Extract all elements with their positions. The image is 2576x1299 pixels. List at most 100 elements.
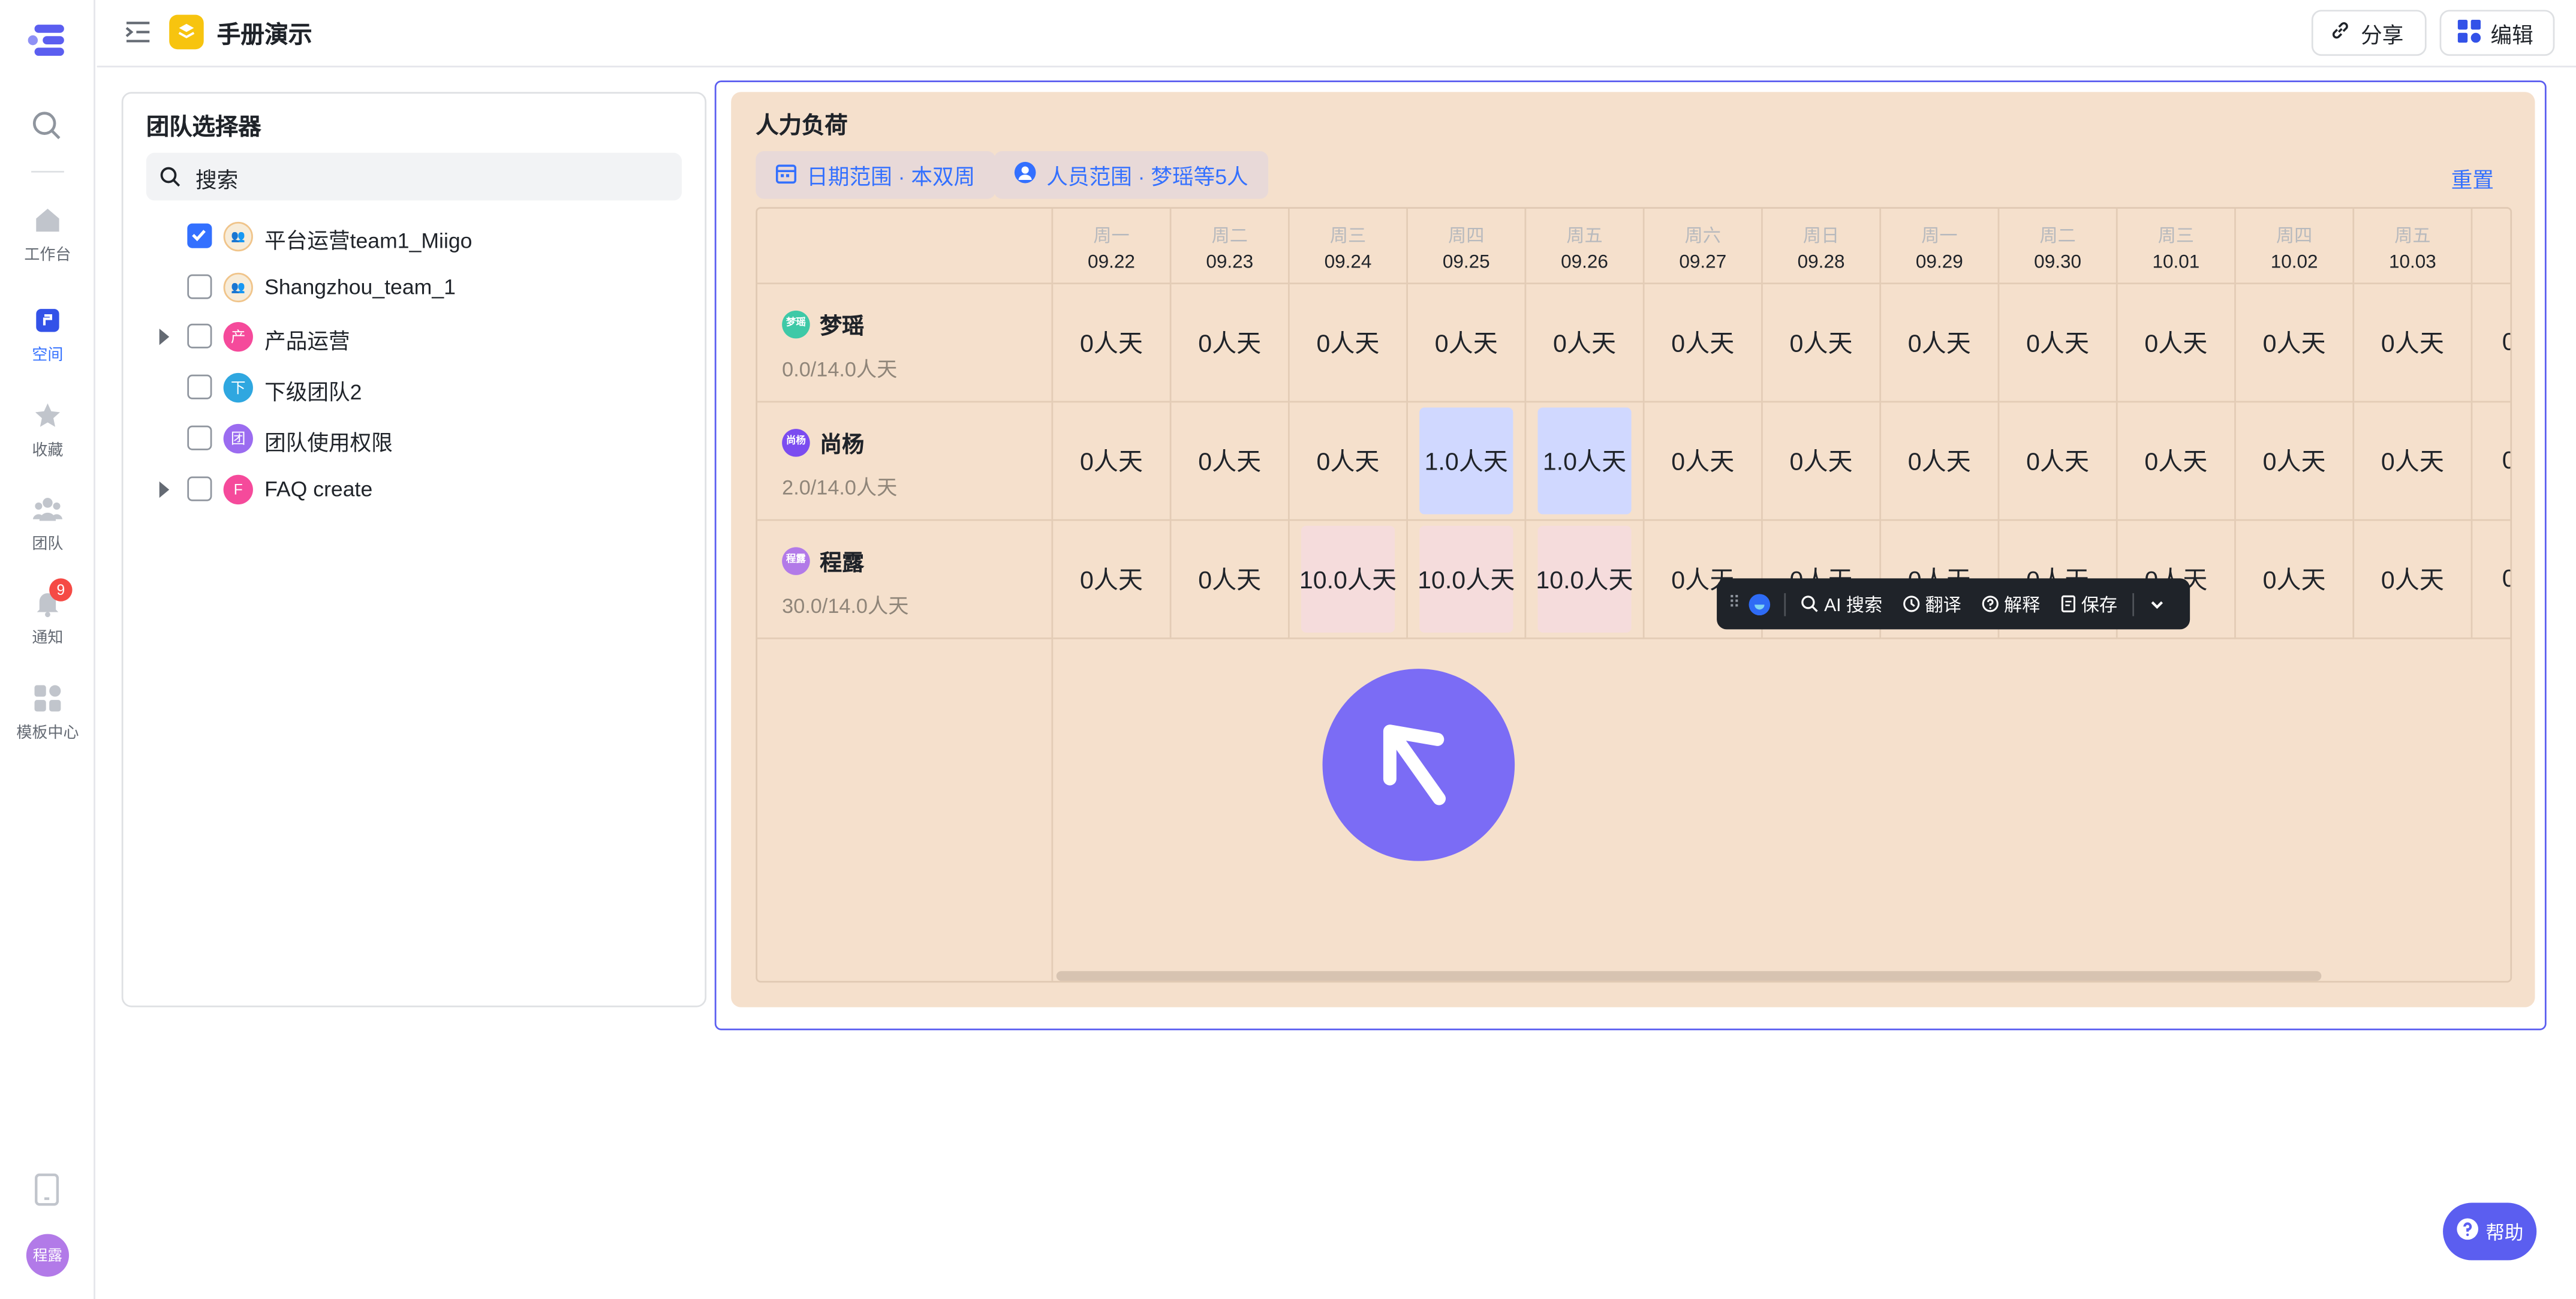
date-label: 09.28 xyxy=(1797,252,1845,273)
workload-cell[interactable]: 0. xyxy=(2472,284,2511,403)
ai-search-label: AI 搜索 xyxy=(1824,596,1883,616)
page-title: 手册演示 xyxy=(216,23,312,50)
team-icon xyxy=(32,495,63,524)
date-range-chip[interactable]: 日期范围 · 本双周 xyxy=(756,151,995,199)
workload-cell[interactable]: 0人天 xyxy=(2117,284,2236,403)
workload-cell[interactable]: 0. xyxy=(2472,521,2511,639)
workload-value: 0人天 xyxy=(1553,330,1617,359)
expand-caret-icon[interactable] xyxy=(159,329,170,346)
rail-item-space[interactable]: 空间 xyxy=(0,306,95,365)
edit-label: 编辑 xyxy=(2490,22,2533,47)
workload-cell[interactable]: 0人天 xyxy=(1881,284,2000,403)
person-cell[interactable]: 梦瑶 梦瑶 0.0/14.0人天 xyxy=(757,284,1054,403)
share-button[interactable]: 分享 xyxy=(2311,10,2427,56)
rail-item-workbench[interactable]: 工作台 xyxy=(0,205,95,264)
workload-cell[interactable]: 0人天 xyxy=(1644,402,1763,521)
workload-cell[interactable]: 10.0人天 xyxy=(1408,521,1527,639)
horizontal-scrollbar[interactable] xyxy=(1056,971,2322,981)
team-tree-row[interactable]: F FAQ create xyxy=(123,464,708,513)
workload-value: 0人天 xyxy=(2381,330,2444,359)
rail-item-label: 收藏 xyxy=(32,442,64,461)
date-label: 09.26 xyxy=(1561,252,1608,273)
workload-cell[interactable]: 0人天 xyxy=(2235,521,2355,639)
help-button[interactable]: 帮助 xyxy=(2443,1202,2537,1261)
save-button[interactable]: 保存 xyxy=(2060,591,2117,617)
people-range-chip[interactable]: 人员范围 · 梦瑶等5人 xyxy=(994,151,1268,199)
workload-cell[interactable]: 0人天 xyxy=(1999,402,2118,521)
workload-cell[interactable]: 0. xyxy=(2472,402,2511,521)
translate-button[interactable]: 翻译 xyxy=(1902,591,1961,617)
chevron-down-icon[interactable] xyxy=(2148,596,2165,612)
search-icon[interactable] xyxy=(31,110,62,150)
grid-corner xyxy=(757,208,1054,284)
team-tree-row[interactable]: 下下级团队2 xyxy=(123,363,708,413)
workload-cell[interactable]: 0人天 xyxy=(1053,521,1172,639)
workload-cell[interactable]: 0人天 xyxy=(2354,402,2473,521)
cursor-indicator xyxy=(1322,669,1515,861)
team-name: FAQ create xyxy=(264,476,373,501)
rail-item-notify[interactable]: 通知 xyxy=(0,588,95,647)
mobile-icon[interactable] xyxy=(35,1173,59,1214)
date-label: 09.29 xyxy=(1915,252,1963,273)
rail-item-team[interactable]: 团队 xyxy=(0,495,95,554)
team-tree-row[interactable]: 团团队使用权限 xyxy=(123,414,708,463)
team-checkbox[interactable] xyxy=(187,273,212,299)
toolbar-divider xyxy=(1784,592,1787,616)
weekday-label: 周 xyxy=(2472,222,2510,248)
date-label: 09.25 xyxy=(1442,252,1490,273)
team-tree-row[interactable]: 👥 平台运营team1_Miigo xyxy=(123,212,708,261)
workload-value: 0人天 xyxy=(1079,567,1143,595)
team-search-box[interactable]: 搜索 xyxy=(146,152,682,201)
ai-logo-icon[interactable] xyxy=(1749,593,1771,615)
workload-cell[interactable]: 0人天 xyxy=(1762,402,1882,521)
workload-cell[interactable]: 0人天 xyxy=(2354,284,2473,403)
reset-button[interactable]: 重置 xyxy=(2451,163,2494,194)
grid-edit-icon xyxy=(2457,19,2481,47)
workload-value: 0人天 xyxy=(2026,330,2090,359)
ai-search-button[interactable]: AI 搜索 xyxy=(1801,591,1882,617)
user-avatar[interactable]: 程露 xyxy=(26,1234,70,1277)
workload-value: 10.0人天 xyxy=(1418,567,1515,595)
person-cell[interactable]: 尚杨 尚杨 2.0/14.0人天 xyxy=(757,402,1054,521)
workload-cell[interactable]: 0人天 xyxy=(1999,284,2118,403)
weekday-label: 周五 xyxy=(2394,227,2431,246)
workload-cell[interactable]: 0人天 xyxy=(1408,284,1527,403)
workload-cell[interactable]: 0人天 xyxy=(1171,284,1290,403)
team-checkbox[interactable] xyxy=(187,324,212,349)
workload-cell[interactable]: 1.0人天 xyxy=(1408,402,1527,521)
collapse-sidebar-icon[interactable] xyxy=(125,20,151,53)
workload-cell[interactable]: 10.0人天 xyxy=(1526,521,1645,639)
team-selector-title: 团队选择器 xyxy=(146,113,261,140)
workload-cell[interactable]: 10.0人天 xyxy=(1289,521,1409,639)
workload-cell[interactable]: 0人天 xyxy=(1881,402,2000,521)
workload-cell[interactable]: 0人天 xyxy=(1171,521,1290,639)
person-cell[interactable]: 程露 程露 30.0/14.0人天 xyxy=(757,521,1054,639)
app-logo[interactable] xyxy=(28,23,68,56)
workload-cell[interactable]: 1.0人天 xyxy=(1526,402,1645,521)
workload-cell[interactable]: 0人天 xyxy=(1762,284,1882,403)
workload-cell[interactable]: 0人天 xyxy=(1053,284,1172,403)
workload-cell[interactable]: 0人天 xyxy=(1644,284,1763,403)
workload-cell[interactable]: 0人天 xyxy=(1289,284,1409,403)
workload-cell[interactable]: 0人天 xyxy=(2235,284,2355,403)
team-checkbox[interactable] xyxy=(187,476,212,501)
explain-button[interactable]: 解释 xyxy=(1981,591,2040,617)
drag-handle-icon[interactable]: ⠿ xyxy=(1728,595,1740,613)
team-tree-row[interactable]: 👥 Shangzhou_team_1 xyxy=(123,263,708,312)
workload-cell[interactable]: 0人天 xyxy=(1289,402,1409,521)
expand-caret-icon[interactable] xyxy=(159,480,170,497)
workload-cell[interactable]: 0人天 xyxy=(2354,521,2473,639)
workload-cell[interactable]: 0人天 xyxy=(1526,284,1645,403)
team-tree-row[interactable]: 产产品运营 xyxy=(123,313,708,362)
workload-cell[interactable]: 0人天 xyxy=(1171,402,1290,521)
date-label: 09.27 xyxy=(1679,252,1727,273)
workload-cell[interactable]: 0人天 xyxy=(1053,402,1172,521)
rail-item-templates[interactable]: 模板中心 xyxy=(0,684,95,742)
team-checkbox[interactable] xyxy=(187,223,212,248)
edit-button[interactable]: 编辑 xyxy=(2439,10,2555,56)
team-checkbox[interactable] xyxy=(187,374,212,400)
workload-cell[interactable]: 0人天 xyxy=(2235,402,2355,521)
workload-cell[interactable]: 0人天 xyxy=(2117,402,2236,521)
team-checkbox[interactable] xyxy=(187,425,212,450)
rail-item-favorites[interactable]: 收藏 xyxy=(0,401,95,461)
